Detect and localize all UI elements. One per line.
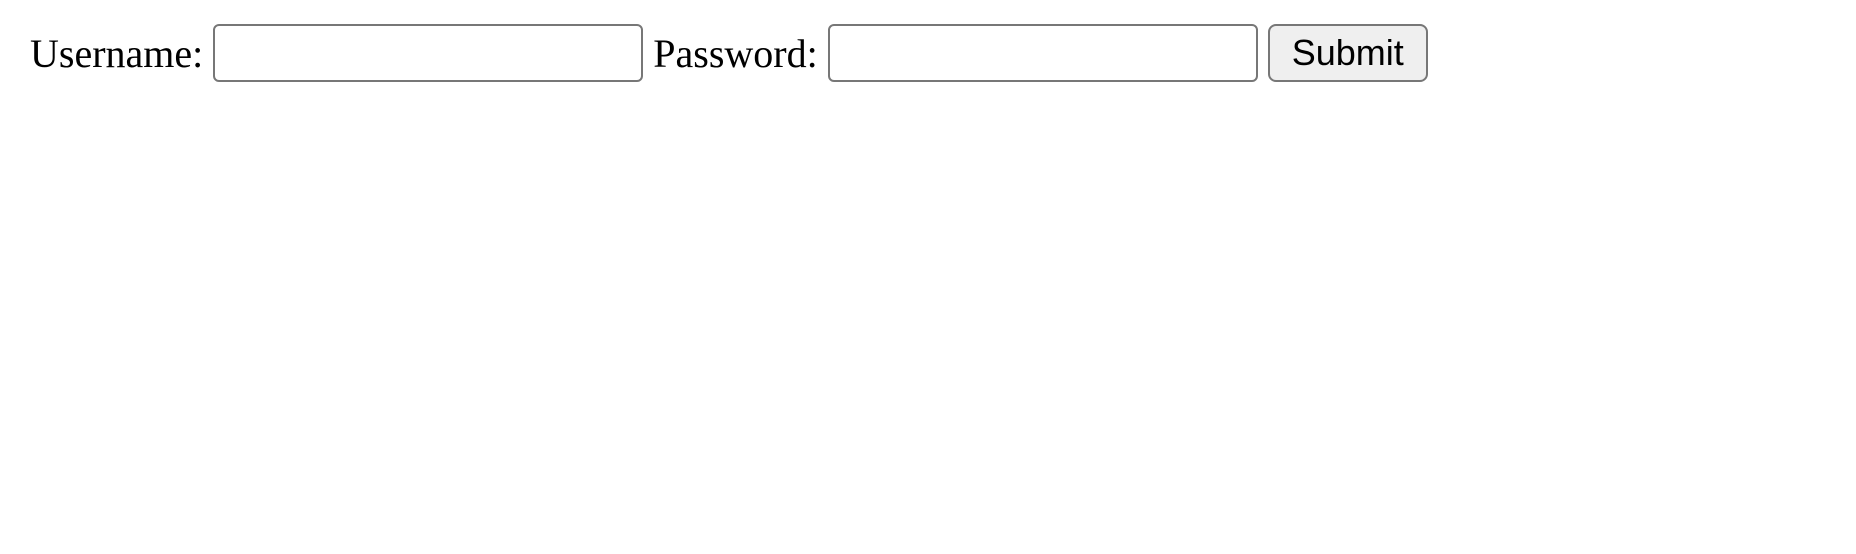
password-label: Password: [653, 30, 817, 77]
submit-button[interactable]: Submit [1268, 24, 1428, 82]
username-input[interactable] [213, 24, 643, 82]
username-label: Username: [30, 30, 203, 77]
login-form: Username: Password: Submit [30, 24, 1826, 82]
password-input[interactable] [828, 24, 1258, 82]
